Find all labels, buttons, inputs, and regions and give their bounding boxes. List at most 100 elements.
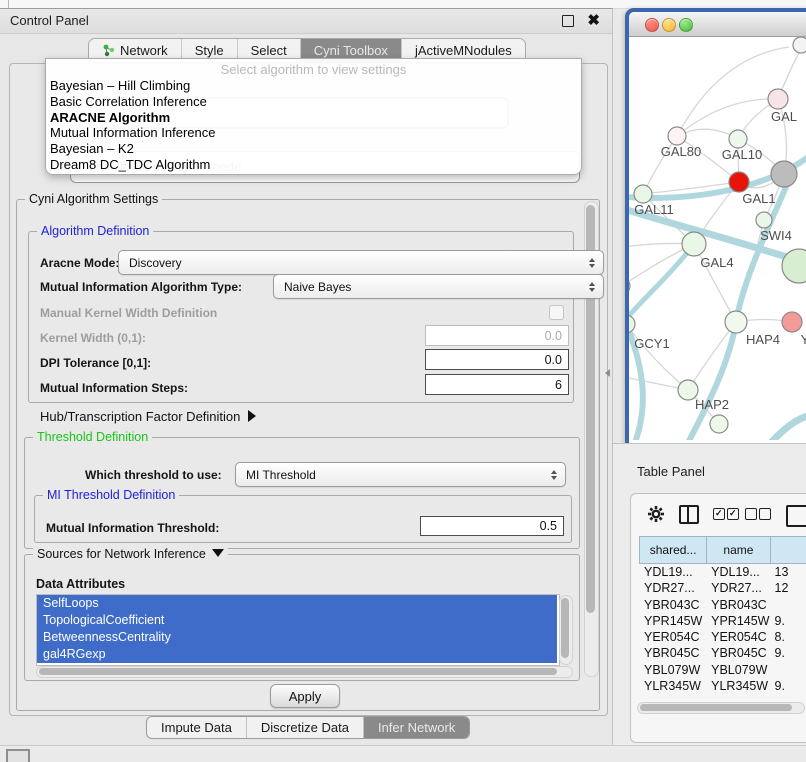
node-y-label: Y [801, 332, 806, 347]
node-gal4[interactable] [682, 232, 706, 256]
node-gal10-label: GAL10 [722, 147, 762, 162]
table-row[interactable]: YLR345WYLR345W9. [639, 678, 806, 694]
node-swi4[interactable] [756, 212, 772, 228]
close-traffic-light-icon[interactable] [645, 18, 659, 32]
attributes-vscrollbar-thumb[interactable] [561, 598, 569, 658]
table-row[interactable]: YER054CYER054C8. [639, 629, 806, 645]
node-gal10[interactable] [729, 130, 747, 148]
table-row[interactable]: YBL079WYBL079W [639, 662, 806, 678]
node-gal1[interactable] [729, 172, 749, 192]
algorithm-option-dream8-dc-tdc-algorithm[interactable]: Dream8 DC_TDC Algorithm [50, 157, 577, 173]
gear-icon[interactable] [647, 505, 665, 523]
table-row[interactable]: YDL19...YDL19...13 [639, 564, 806, 580]
control-panel: Control Panel ✖ NetworkStyleSelectCyni T… [0, 8, 613, 746]
attribute-item-gal4rgexp[interactable]: gal4RGexp [37, 646, 557, 663]
column-header-name[interactable]: name [706, 537, 769, 563]
bottom-tab-impute-data[interactable]: Impute Data [147, 717, 247, 738]
bottom-tab-infer-network[interactable]: Infer Network [364, 717, 469, 738]
sash-collapse-icon[interactable] [605, 369, 610, 377]
tab-label: Select [251, 43, 287, 58]
node-y[interactable] [782, 312, 802, 332]
apply-button[interactable]: Apply [270, 684, 340, 708]
aracne-mode-label: Aracne Mode: [40, 256, 119, 270]
which-threshold-label: Which threshold to use: [85, 468, 222, 482]
table-cell: YBL079W [639, 662, 706, 678]
attribute-item-selfloops[interactable]: SelfLoops [37, 595, 557, 612]
column-header-shared[interactable]: shared... [639, 537, 706, 563]
node-gray[interactable] [771, 161, 797, 187]
node-gal-label: GAL [771, 109, 797, 124]
network-window-titlebar [629, 12, 806, 37]
attributes-hscrollbar[interactable] [36, 666, 573, 678]
table-cell: YBR043C [706, 597, 769, 613]
table-cell: YDL19... [706, 564, 769, 580]
algorithm-option-aracne-algorithm[interactable]: ARACNE Algorithm [50, 110, 577, 126]
node-gcy1[interactable] [629, 315, 635, 333]
hub-definition-toggle[interactable]: Hub/Transcription Factor Definition [40, 409, 256, 424]
zoom-traffic-light-icon[interactable] [679, 18, 693, 32]
algorithm-option-mutual-information-inference[interactable]: Mutual Information Inference [50, 125, 577, 141]
node-gal[interactable] [768, 89, 788, 109]
table-panel: Table Panel ✓ [613, 443, 806, 746]
mi-threshold-input[interactable] [420, 516, 564, 536]
table-cell [770, 662, 806, 678]
node-bottom[interactable] [710, 415, 728, 433]
select-all-checkboxes-icon[interactable]: ✓ ✓ [713, 508, 739, 520]
node-gal80-label: GAL80 [661, 144, 701, 159]
algorithm-option-bayesian-hill-climbing[interactable]: Bayesian – Hill Climbing [50, 78, 577, 94]
node-hap4-label: HAP4 [746, 332, 780, 347]
dpi-tolerance-input[interactable] [425, 349, 569, 370]
kernel-width-label: Kernel Width (0,1): [40, 331, 146, 345]
threshold-definition-title: Threshold Definition [33, 430, 152, 444]
node-gal80[interactable] [668, 127, 686, 145]
node-gal11-label: GAL11 [634, 202, 674, 217]
table-row[interactable]: YBR043CYBR043C [639, 597, 806, 613]
aracne-mode-combobox[interactable]: Discovery [118, 250, 604, 275]
network-canvas[interactable]: GALGAL80GAL10GAL1GAL11SWI4GAL4GCY1HAP4YH… [629, 37, 806, 440]
node-gal11[interactable] [634, 185, 652, 203]
kernel-width-input[interactable] [425, 325, 569, 346]
table-row[interactable]: YPR145WYPR145W9. [639, 613, 806, 629]
algorithm-option-bayesian-k2[interactable]: Bayesian – K2 [50, 141, 577, 157]
mi-algorithm-type-combobox[interactable]: Naive Bayes [273, 274, 604, 299]
network-view-window: GALGAL80GAL10GAL1GAL11SWI4GAL4GCY1HAP4YH… [625, 8, 806, 451]
table-row[interactable]: YDR27...YDR27...12 [639, 580, 806, 596]
minimized-panel-button[interactable] [6, 749, 30, 762]
attributes-hscrollbar-thumb[interactable] [39, 668, 557, 675]
table-cell: YER054C [706, 629, 769, 645]
node-hap4[interactable] [725, 311, 747, 333]
close-icon[interactable]: ✖ [587, 11, 600, 29]
network-edge-highlighted[interactable] [769, 415, 806, 440]
data-attributes-list[interactable]: SelfLoopsTopologicalCoefficientBetweenne… [36, 594, 560, 666]
algorithm-dropdown: Select algorithm to view settings Bayesi… [45, 58, 582, 175]
spinner-arrows-icon [589, 282, 595, 292]
attribute-item-topologicalcoefficient[interactable]: TopologicalCoefficient [37, 612, 557, 629]
algorithm-option-basic-correlation-inference[interactable]: Basic Correlation Inference [50, 94, 577, 110]
manual-kernel-width-checkbox[interactable] [549, 305, 564, 320]
control-panel-titlebar: Control Panel ✖ [0, 9, 612, 34]
node-table[interactable]: shared...name YDL19...YDL19...13YDR27...… [639, 536, 806, 694]
mi-steps-input[interactable] [425, 374, 569, 395]
network-edge-highlighted[interactable] [629, 244, 694, 324]
which-threshold-combobox[interactable]: MI Threshold [235, 462, 566, 487]
deselect-all-checkboxes-icon[interactable] [745, 508, 771, 520]
table-cell: YLR345W [706, 678, 769, 694]
column-header-cut[interactable] [770, 537, 806, 563]
table-row[interactable]: YBR045CYBR045C9. [639, 645, 806, 661]
new-table-icon[interactable] [786, 505, 806, 527]
node-gal4-label: GAL4 [700, 255, 733, 270]
columns-icon[interactable] [679, 505, 699, 524]
mi-steps-label: Mutual Information Steps: [40, 381, 188, 395]
attribute-item-betweennesscentrality[interactable]: BetweennessCentrality [37, 629, 557, 646]
minimize-traffic-light-icon[interactable] [662, 18, 676, 32]
bottom-tab-discretize-data[interactable]: Discretize Data [247, 717, 364, 738]
hub-definition-label: Hub/Transcription Factor Definition [40, 409, 240, 424]
table-hscrollbar-thumb[interactable] [640, 704, 792, 711]
node-gal1-label: GAL1 [742, 191, 775, 206]
attributes-vscrollbar[interactable] [559, 595, 573, 665]
table-body: YDL19...YDL19...13YDR27...YDR27...12YBR0… [639, 564, 806, 694]
table-hscrollbar[interactable] [637, 702, 805, 714]
node-top[interactable] [793, 37, 806, 53]
mi-algorithm-type-label: Mutual Information Algorithm Type: [40, 280, 242, 294]
float-panel-icon[interactable] [562, 15, 574, 27]
